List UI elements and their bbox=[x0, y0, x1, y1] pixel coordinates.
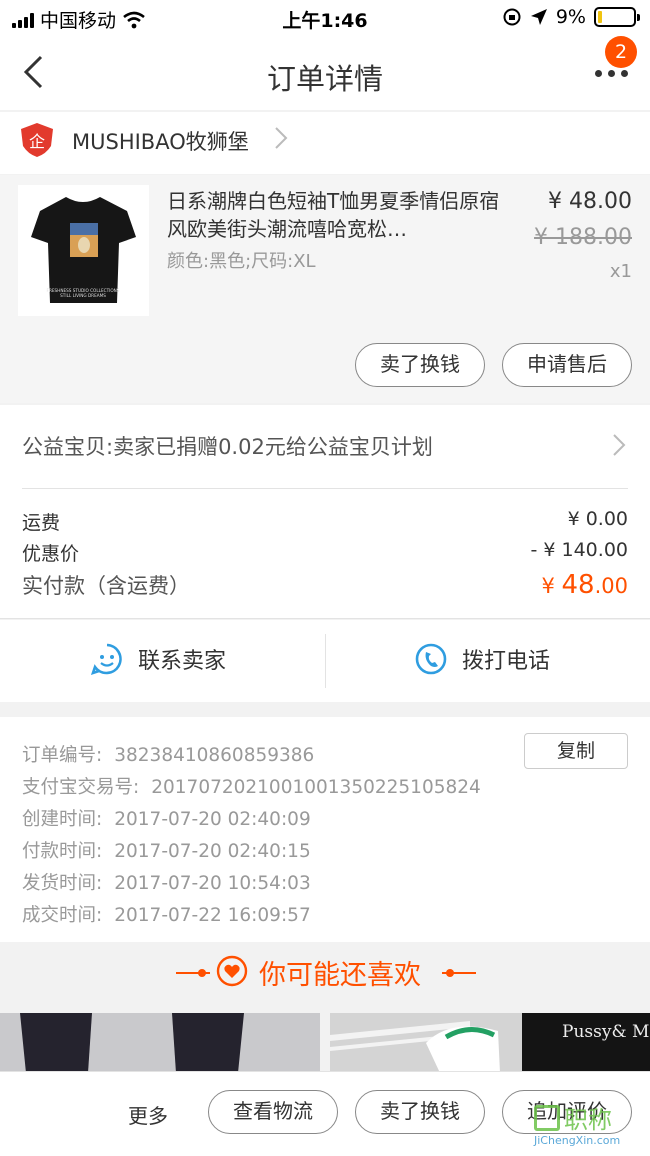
sell-for-cash-button[interactable]: 卖了换钱 bbox=[355, 1090, 485, 1134]
discount-value: - ¥ 140.00 bbox=[530, 539, 628, 561]
order-info: 订单编号: 38238410860859386 支付宝交易号: 2017072021… bbox=[0, 717, 650, 942]
chevron-right-icon bbox=[613, 434, 626, 456]
divider bbox=[0, 618, 650, 619]
copy-button[interactable]: 复制 bbox=[524, 733, 628, 769]
recommend-header: 你可能还喜欢 bbox=[0, 943, 650, 1013]
order-number-row: 订单编号: 38238410860859386 bbox=[22, 741, 314, 767]
total-main: 48 bbox=[561, 570, 595, 600]
status-bar: 中国移动 上午1:46 9% bbox=[0, 0, 650, 36]
chat-icon bbox=[90, 643, 122, 676]
battery-percent: 9% bbox=[555, 6, 586, 28]
product-quantity: x1 bbox=[609, 261, 632, 282]
recommend-item-image[interactable]: Pussy& Money& Weed bbox=[330, 1013, 650, 1073]
info-label: 订单编号: bbox=[22, 745, 103, 766]
call-phone-button[interactable]: 拨打电话 bbox=[414, 642, 550, 676]
contact-row: 联系卖家 拨打电话 bbox=[0, 618, 650, 702]
orientation-lock-icon bbox=[503, 8, 521, 26]
total-value: ¥ 48.00 bbox=[541, 570, 628, 600]
alipay-trade-row: 支付宝交易号: 2017072021001001350225105824 bbox=[22, 773, 481, 799]
info-label: 成交时间: bbox=[22, 905, 103, 926]
paid-time-row: 付款时间: 2017-07-20 02:40:15 bbox=[22, 837, 311, 863]
info-label: 创建时间: bbox=[22, 809, 103, 830]
alipay-trade-number[interactable]: 2017072021001001350225105824 bbox=[151, 777, 481, 798]
total-row: 实付款（含运费） ¥ 48.00 bbox=[22, 570, 628, 600]
product-spec: 颜色:黑色;尺码:XL bbox=[167, 251, 316, 272]
info-label: 支付宝交易号: bbox=[22, 777, 140, 798]
shipping-row: 运费 ¥ 0.00 bbox=[22, 508, 628, 535]
shop-row[interactable]: 企 MUSHIBAO牧狮堡 bbox=[0, 112, 650, 174]
pants-image bbox=[0, 1013, 320, 1073]
heart-icon bbox=[216, 955, 248, 987]
info-label: 付款时间: bbox=[22, 841, 103, 862]
product-price: ¥ 48.00 bbox=[548, 189, 632, 214]
fee-summary: 运费 ¥ 0.00 优惠价 - ¥ 140.00 实付款（含运费） ¥ 48.0… bbox=[0, 488, 650, 618]
charity-row[interactable]: 公益宝贝:卖家已捐赠0.02元给公益宝贝计划 bbox=[0, 405, 650, 488]
view-logistics-button[interactable]: 查看物流 bbox=[208, 1090, 338, 1134]
shipping-value: ¥ 0.00 bbox=[567, 508, 628, 530]
product-title[interactable]: 日系潮牌白色短袖T恤男夏季情侣原宿风欧美街头潮流嘻哈宽松… bbox=[167, 187, 512, 243]
more-actions-button[interactable]: 更多 bbox=[128, 1100, 168, 1129]
recommend-title: 你可能还喜欢 bbox=[259, 960, 421, 991]
apply-after-sale-button[interactable]: 申请售后 bbox=[502, 343, 632, 387]
thumb-caption-2: STILL LIVING DREAMS bbox=[60, 293, 106, 298]
product-original-price: ¥ 188.00 bbox=[534, 225, 632, 250]
shipped-time: 2017-07-20 10:54:03 bbox=[114, 873, 311, 894]
contact-seller-button[interactable]: 联系卖家 bbox=[90, 642, 226, 676]
site-watermark: 职称 JiChengXin.com bbox=[534, 1100, 642, 1152]
info-label: 发货时间: bbox=[22, 873, 103, 894]
completed-time: 2017-07-22 16:09:57 bbox=[114, 905, 311, 926]
page-title: 订单详情 bbox=[266, 62, 383, 96]
print-text: Pussy& Money& Weed bbox=[562, 1022, 650, 1042]
shipped-time-row: 发货时间: 2017-07-20 10:54:03 bbox=[22, 869, 311, 895]
created-time: 2017-07-20 02:40:09 bbox=[114, 809, 311, 830]
total-currency: ¥ bbox=[541, 574, 555, 598]
total-label: 实付款（含运费） bbox=[22, 574, 190, 598]
tshirt-print-image: Pussy& Money& Weed bbox=[330, 1013, 650, 1073]
tshirt-image: FRESHNESS STUDIO COLLECTIONS STILL LIVIN… bbox=[31, 197, 136, 303]
shipping-label: 运费 bbox=[22, 512, 61, 534]
divider bbox=[325, 634, 326, 688]
total-decimal: .00 bbox=[594, 574, 628, 598]
created-time-row: 创建时间: 2017-07-20 02:40:09 bbox=[22, 805, 311, 831]
discount-row: 优惠价 - ¥ 140.00 bbox=[22, 539, 628, 566]
phone-icon bbox=[415, 643, 447, 675]
watermark-url: JiChengXin.com bbox=[534, 1134, 621, 1147]
dot-decoration bbox=[198, 969, 206, 977]
divider bbox=[22, 488, 628, 489]
notification-badge: 2 bbox=[605, 36, 637, 68]
location-icon bbox=[530, 9, 547, 25]
product-card[interactable]: FRESHNESS STUDIO COLLECTIONS STILL LIVIN… bbox=[0, 175, 650, 403]
contact-seller-label: 联系卖家 bbox=[138, 649, 227, 674]
discount-label: 优惠价 bbox=[22, 543, 80, 565]
shop-name: MUSHIBAO牧狮堡 bbox=[72, 130, 249, 154]
chevron-right-icon bbox=[275, 127, 288, 149]
recommend-item-image[interactable] bbox=[0, 1013, 320, 1073]
order-number[interactable]: 38238410860859386 bbox=[114, 745, 314, 766]
nav-bar: 订单详情 2 bbox=[0, 36, 650, 110]
divider bbox=[442, 972, 476, 974]
charity-text: 公益宝贝:卖家已捐赠0.02元给公益宝贝计划 bbox=[22, 435, 433, 459]
watermark-logo-icon bbox=[534, 1104, 560, 1131]
call-phone-label: 拨打电话 bbox=[462, 649, 551, 674]
watermark-brand: 职称 bbox=[564, 1106, 612, 1134]
product-thumbnail[interactable]: FRESHNESS STUDIO COLLECTIONS STILL LIVIN… bbox=[18, 185, 149, 316]
battery-icon bbox=[594, 7, 640, 27]
more-menu-icon[interactable] bbox=[595, 70, 628, 77]
sell-for-cash-button[interactable]: 卖了换钱 bbox=[355, 343, 485, 387]
paid-time: 2017-07-20 02:40:15 bbox=[114, 841, 311, 862]
shop-logo-icon: 企 bbox=[21, 123, 53, 157]
svg-text:企: 企 bbox=[29, 132, 45, 151]
completed-time-row: 成交时间: 2017-07-22 16:09:57 bbox=[22, 901, 311, 927]
